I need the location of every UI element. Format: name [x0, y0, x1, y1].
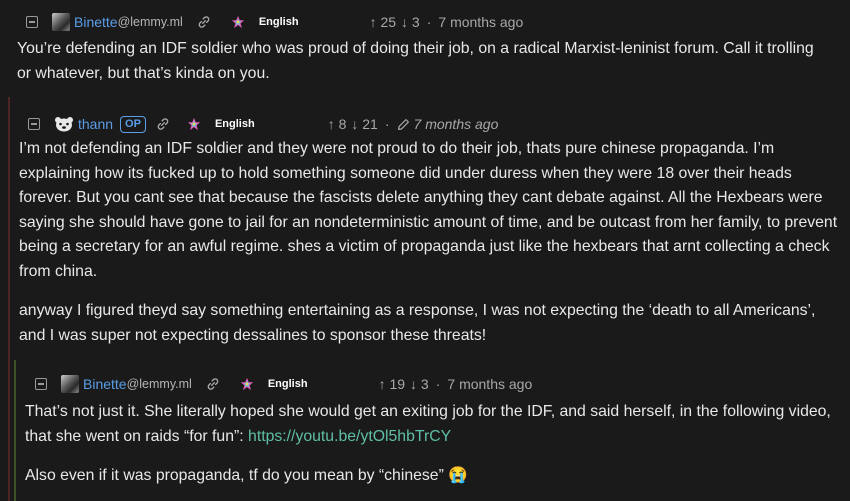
comment-text: You’re defending an IDF soldier who was …	[17, 40, 814, 82]
link-icon[interactable]	[206, 377, 220, 391]
username[interactable]: thann	[78, 116, 113, 132]
comment-text: Also even if it was propaganda, tf do yo…	[25, 467, 449, 484]
upvote-button[interactable]: ↑ 25	[370, 14, 396, 30]
downvote-button[interactable]: ↓ 3	[410, 376, 429, 392]
collapse-icon[interactable]	[35, 378, 47, 390]
upvote-icon: ↑	[327, 116, 335, 132]
upvote-icon: ↑	[378, 376, 386, 392]
downvote-button[interactable]: ↓ 3	[401, 14, 420, 30]
collapse-icon[interactable]	[26, 16, 38, 28]
comment-paragraph: That’s not just it. She literally hoped …	[25, 400, 840, 449]
comment-binette-1: Binette @lemmy.ml English ↑ 25 ↓ 3 · 7 mo…	[26, 11, 841, 33]
thread-border-level-2	[14, 360, 16, 501]
comment-header: Binette @lemmy.ml English ↑ 19 ↓ 3 · 7 mo…	[35, 373, 835, 395]
crying-emoji-icon: 😭	[448, 467, 468, 484]
timestamp[interactable]: 7 months ago	[447, 376, 532, 392]
language-label: English	[258, 16, 299, 28]
separator: ·	[384, 116, 390, 132]
timestamp[interactable]: 7 months ago	[438, 14, 523, 30]
comment-paragraph: anyway I figured theyd say something ent…	[19, 302, 816, 344]
upvote-button[interactable]: ↑ 19	[379, 376, 405, 392]
collapse-icon[interactable]	[28, 118, 40, 130]
downvote-count: 3	[411, 14, 420, 30]
comment-thann: thann OP English ↑ 8 ↓ 21 · 7 months ago	[28, 113, 838, 135]
downvote-button[interactable]: ↓ 21	[351, 116, 377, 132]
avatar[interactable]	[54, 116, 73, 132]
thread-border-level-1	[8, 97, 10, 501]
downvote-icon: ↓	[410, 376, 418, 392]
instance[interactable]: @lemmy.ml	[127, 377, 192, 391]
language-label: English	[267, 378, 308, 390]
comment-paragraph: I’m not defending an IDF soldier and the…	[19, 140, 838, 280]
avatar[interactable]	[61, 375, 79, 393]
downvote-count: 3	[420, 376, 429, 392]
username[interactable]: Binette	[83, 376, 127, 392]
separator: ·	[426, 14, 432, 30]
separator: ·	[435, 376, 441, 392]
youtube-link[interactable]: https://youtu.be/ytOl5hbTrCY	[248, 428, 451, 445]
username[interactable]: Binette	[74, 14, 118, 30]
language-icon	[187, 117, 201, 131]
link-icon[interactable]	[197, 15, 211, 29]
link-icon[interactable]	[156, 117, 170, 131]
language-icon	[240, 377, 254, 391]
comment-body: I’m not defending an IDF soldier and the…	[19, 137, 840, 348]
upvote-icon: ↑	[369, 14, 377, 30]
comment-paragraph: Also even if it was propaganda, tf do yo…	[25, 464, 840, 489]
pencil-icon	[397, 118, 410, 131]
comment-header: thann OP English ↑ 8 ↓ 21 · 7 months ago	[28, 113, 838, 135]
upvote-count: 8	[338, 116, 347, 132]
comment-header: Binette @lemmy.ml English ↑ 25 ↓ 3 · 7 mo…	[26, 11, 841, 33]
comment-body: You’re defending an IDF soldier who was …	[17, 37, 832, 86]
timestamp[interactable]: 7 months ago	[414, 116, 499, 132]
language-icon	[231, 15, 245, 29]
comment-body: That’s not just it. She literally hoped …	[25, 400, 840, 489]
instance[interactable]: @lemmy.ml	[118, 15, 183, 29]
downvote-icon: ↓	[351, 116, 359, 132]
upvote-button[interactable]: ↑ 8	[328, 116, 347, 132]
language-label: English	[214, 118, 255, 130]
avatar[interactable]	[52, 13, 70, 31]
downvote-icon: ↓	[401, 14, 409, 30]
upvote-count: 19	[389, 376, 406, 392]
comment-binette-2: Binette @lemmy.ml English ↑ 19 ↓ 3 · 7 mo…	[35, 373, 835, 395]
op-badge: OP	[120, 115, 146, 133]
upvote-count: 25	[380, 14, 397, 30]
downvote-count: 21	[362, 116, 378, 132]
